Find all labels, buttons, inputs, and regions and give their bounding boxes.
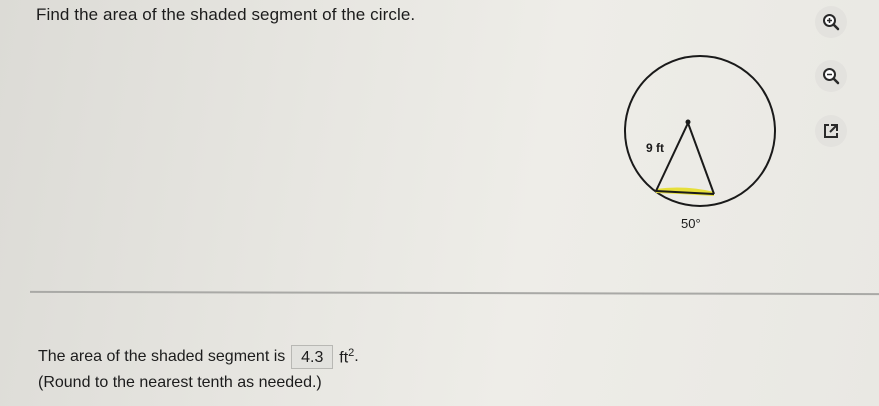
zoom-in-icon [823, 14, 840, 31]
radius-label: 9 ft [646, 141, 664, 155]
answer-unit: ft2 [339, 347, 354, 367]
popout-icon [824, 124, 838, 138]
radius-line-left [655, 122, 689, 192]
unit-text: ft [339, 349, 349, 367]
rounding-note: (Round to the nearest tenth as needed.) [38, 374, 322, 391]
zoom-out-icon [823, 68, 840, 85]
answer-suffix: . [354, 348, 359, 365]
angle-label: 50° [681, 216, 701, 231]
circle [624, 55, 776, 207]
section-divider [29, 290, 879, 296]
zoom-in-button[interactable] [815, 6, 847, 38]
zoom-out-button[interactable] [815, 60, 847, 92]
radius-line-right [687, 122, 715, 195]
answer-input[interactable]: 4.3 [291, 345, 334, 369]
circle-figure: 9 ft 50° [624, 55, 776, 231]
popout-button[interactable] [815, 115, 847, 147]
answer-prefix: The area of the shaded segment is [38, 348, 286, 365]
center-point [685, 119, 691, 125]
answer-line: The area of the shaded segment is 4.3 ft… [38, 345, 359, 369]
